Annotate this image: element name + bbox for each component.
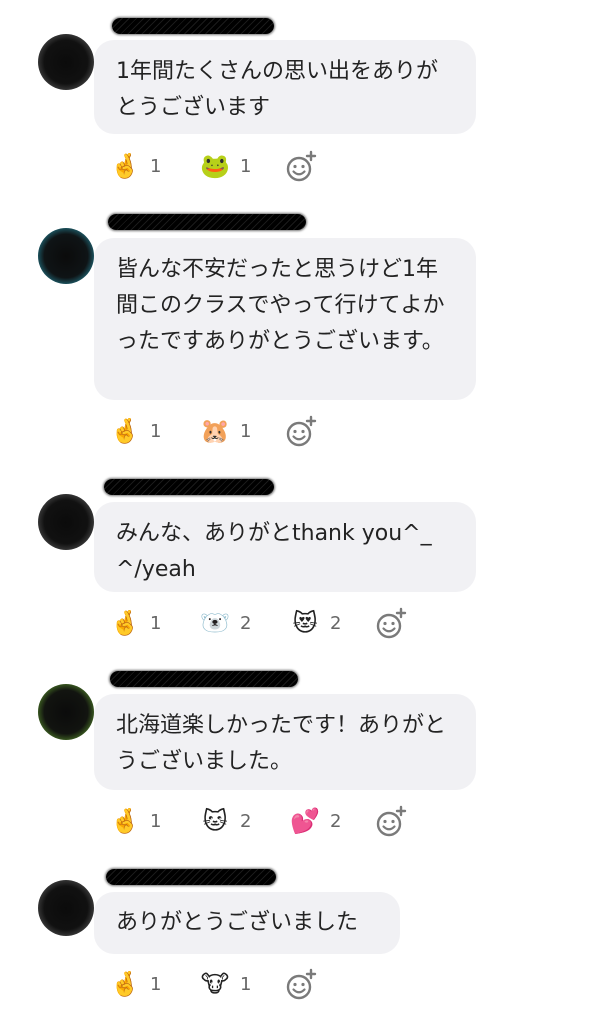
crossed-fingers-icon: 🤞: [110, 609, 140, 637]
redacted-sender-name: [110, 671, 298, 687]
redacted-sender-name: [104, 479, 274, 495]
reaction-count: 1: [150, 973, 162, 995]
reaction-polar-bear[interactable]: 🐻‍❄️ 2: [200, 605, 251, 641]
reaction-count: 1: [240, 155, 252, 177]
cat-face-icon: 🐱: [202, 807, 228, 835]
crossed-fingers-icon: 🤞: [110, 807, 140, 835]
reaction-count: 1: [240, 420, 252, 442]
message-text: みんな、ありがとthank you^_^/yeah: [116, 521, 432, 582]
message-text: 1年間たくさんの思い出をありがとうございます: [116, 59, 438, 120]
reaction-cat-face[interactable]: 🐱 2: [200, 803, 251, 839]
message-text: 皆んな不安だったと思うけど1年間このクラスでやって行けてよかったですありがとうご…: [116, 257, 445, 354]
reaction-crossed-fingers[interactable]: 🤞 1: [110, 148, 161, 184]
avatar[interactable]: [38, 34, 94, 90]
reaction-crossed-fingers[interactable]: 🤞 1: [110, 413, 161, 449]
reaction-hamster[interactable]: 🐹 1: [200, 413, 251, 449]
reaction-count: 2: [330, 810, 342, 832]
hamster-face-icon: 🐹: [200, 417, 230, 445]
message-bubble[interactable]: みんな、ありがとthank you^_^/yeah: [94, 502, 476, 592]
add-reaction-icon[interactable]: [284, 968, 318, 1002]
crossed-fingers-icon: 🤞: [110, 417, 140, 445]
reaction-count: 2: [240, 810, 252, 832]
add-reaction-icon[interactable]: [284, 415, 318, 449]
avatar[interactable]: [38, 880, 94, 936]
message-bubble[interactable]: ありがとうございました: [94, 892, 400, 954]
reaction-crossed-fingers[interactable]: 🤞 1: [110, 803, 161, 839]
redacted-sender-name: [112, 18, 274, 34]
reaction-crossed-fingers[interactable]: 🤞 1: [110, 605, 161, 641]
message-text: ありがとうございました: [116, 910, 359, 935]
add-reaction-icon[interactable]: [284, 150, 318, 184]
message-bubble[interactable]: 1年間たくさんの思い出をありがとうございます: [94, 40, 476, 134]
message-text: 北海道楽しかったです！ありがとうございました。: [116, 713, 447, 774]
crossed-fingers-icon: 🤞: [110, 152, 140, 180]
cow-face-icon: 🐮: [200, 970, 230, 998]
crossed-fingers-icon: 🤞: [110, 970, 140, 998]
reaction-count: 2: [330, 612, 342, 634]
reaction-frog[interactable]: 🐸 1: [200, 148, 251, 184]
reaction-heart-eyes-cat[interactable]: 😻 2: [290, 605, 341, 641]
message-bubble[interactable]: 皆んな不安だったと思うけど1年間このクラスでやって行けてよかったですありがとうご…: [94, 238, 476, 400]
two-hearts-icon: 💕: [290, 807, 320, 835]
message-bubble[interactable]: 北海道楽しかったです！ありがとうございました。: [94, 694, 476, 790]
avatar[interactable]: [38, 684, 94, 740]
redacted-sender-name: [108, 214, 306, 230]
reaction-count: 1: [150, 810, 162, 832]
heart-eyes-cat-icon: 😻: [292, 609, 318, 637]
avatar[interactable]: [38, 228, 94, 284]
avatar[interactable]: [38, 494, 94, 550]
reaction-count: 1: [150, 155, 162, 177]
reaction-count: 1: [150, 612, 162, 634]
reaction-cow[interactable]: 🐮 1: [200, 966, 252, 1002]
reaction-count: 1: [240, 973, 252, 995]
reaction-two-hearts[interactable]: 💕 2: [290, 803, 341, 839]
add-reaction-icon[interactable]: [374, 607, 408, 641]
frog-face-icon: 🐸: [200, 152, 230, 180]
reaction-count: 2: [240, 612, 252, 634]
reaction-count: 1: [150, 420, 162, 442]
redacted-sender-name: [106, 869, 276, 885]
polar-bear-icon: 🐻‍❄️: [200, 609, 230, 637]
add-reaction-icon[interactable]: [374, 805, 408, 839]
reaction-crossed-fingers[interactable]: 🤞 1: [110, 966, 161, 1002]
